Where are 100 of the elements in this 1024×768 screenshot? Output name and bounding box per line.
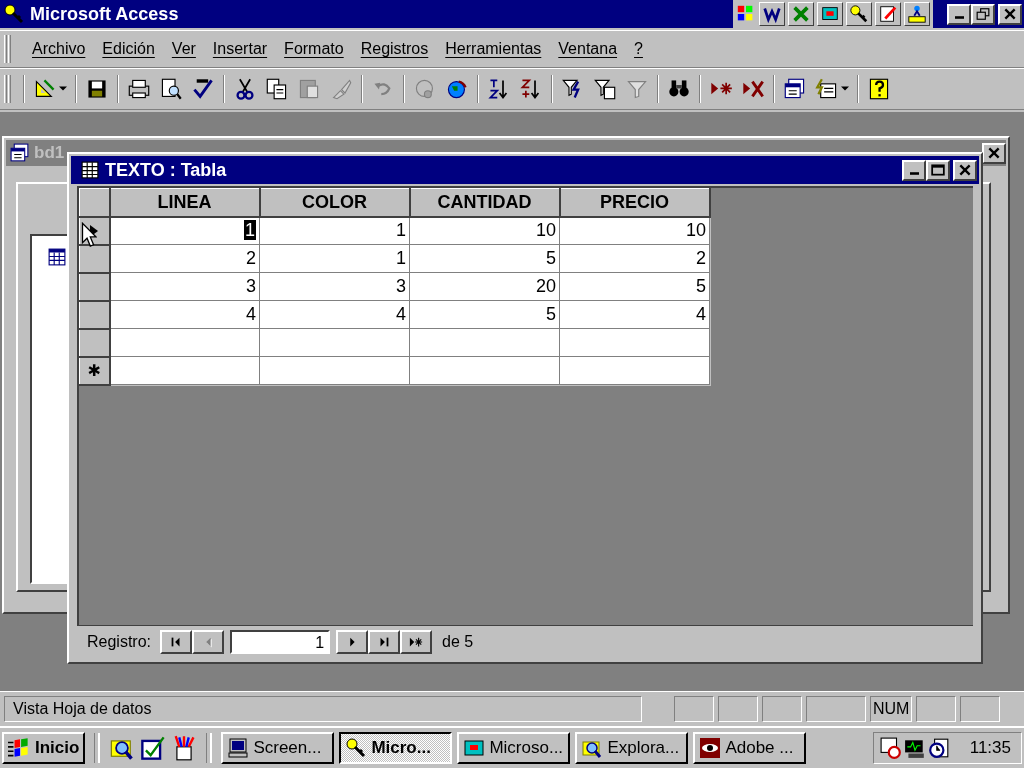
menu-item[interactable]: Insertar	[212, 40, 268, 58]
table-cell: 1	[259, 216, 410, 245]
prev-record-button[interactable]	[192, 630, 225, 654]
print-preview-icon[interactable]	[159, 77, 183, 101]
status-indicator	[960, 696, 1000, 722]
row-selector[interactable]	[79, 244, 110, 273]
close-icon	[987, 147, 1001, 159]
save-icon[interactable]	[85, 77, 109, 101]
column-header[interactable]: COLOR	[259, 188, 410, 217]
caret-icon[interactable]	[841, 86, 849, 92]
close-button[interactable]	[982, 142, 1006, 164]
table-cell: 5	[409, 300, 560, 329]
new-record-button[interactable]	[400, 630, 433, 654]
start-button[interactable]: Inicio	[2, 732, 86, 764]
status-indicator	[674, 696, 714, 722]
row-selector[interactable]	[79, 272, 110, 301]
minimize-icon	[909, 172, 919, 175]
scheduler-icon[interactable]	[879, 737, 902, 759]
record-count: de 5	[442, 633, 474, 651]
monitor-icon[interactable]	[903, 737, 926, 759]
new-object-icon[interactable]	[815, 77, 839, 101]
table-cell: 5	[559, 272, 710, 301]
minimize-button[interactable]	[947, 3, 971, 25]
menu-item[interactable]: Herramientas	[445, 40, 542, 58]
filter-form-icon[interactable]	[593, 77, 617, 101]
toolbar-grip[interactable]	[206, 733, 213, 763]
figure-icon[interactable]	[904, 2, 930, 26]
select-all-button[interactable]	[79, 188, 110, 217]
excel-icon[interactable]	[788, 2, 814, 26]
menu-item[interactable]: Registros	[360, 40, 429, 58]
table-icon[interactable]	[48, 248, 66, 266]
table-cell: 3	[109, 272, 260, 301]
caret-icon[interactable]	[59, 86, 67, 92]
maximize-button[interactable]	[926, 159, 950, 181]
table-cell: 10	[559, 216, 710, 245]
row-selector[interactable]	[79, 328, 110, 357]
close-button[interactable]	[998, 3, 1022, 25]
toolbar-grip[interactable]	[94, 733, 101, 763]
table-cell: 4	[559, 300, 710, 329]
presentation-icon	[463, 737, 486, 759]
table-icon	[81, 161, 99, 179]
minimize-button[interactable]	[902, 159, 926, 181]
database-window-icon[interactable]	[783, 77, 807, 101]
row-selector[interactable]	[79, 300, 110, 329]
toolbar-grip[interactable]	[4, 35, 12, 63]
taskbar-button[interactable]: Explora...	[575, 732, 689, 764]
presentation-icon[interactable]	[817, 2, 843, 26]
table-cell: 20	[409, 272, 560, 301]
menu-item[interactable]: Ver	[171, 40, 196, 58]
record-label: Registro:	[87, 633, 152, 651]
spelling-check-icon[interactable]	[191, 77, 215, 101]
window-title: Microsoft Access	[30, 3, 179, 25]
status-indicator	[718, 696, 758, 722]
restore-button[interactable]	[971, 3, 995, 25]
new-record-marker: ✱	[86, 361, 102, 380]
taskbar-button[interactable]: Microso...	[457, 732, 571, 764]
table-cell: 10	[409, 216, 560, 245]
pencil-check-icon[interactable]	[140, 735, 167, 761]
row-selector[interactable]: ✱	[79, 356, 110, 385]
keys-icon[interactable]	[846, 2, 872, 26]
close-button[interactable]	[953, 159, 977, 181]
table-cell: 5	[409, 244, 560, 273]
menu-item[interactable]: ?	[634, 40, 643, 58]
toolbar-grip[interactable]	[4, 75, 12, 103]
table-cell: 4	[259, 300, 410, 329]
clipboard-icon[interactable]	[297, 77, 321, 101]
print-icon[interactable]	[127, 77, 151, 101]
close-icon	[1003, 8, 1017, 20]
taskbar-button[interactable]: Adobe ...	[693, 732, 807, 764]
menu-item[interactable]: Formato	[284, 40, 344, 58]
menu-item[interactable]: Edición	[102, 40, 155, 58]
table-cell: 4	[109, 300, 260, 329]
scissors-icon[interactable]	[233, 77, 257, 101]
status-indicator	[916, 696, 956, 722]
database-window-icon	[8, 142, 32, 164]
eye-icon	[699, 737, 722, 759]
window-title: TEXTO : Tabla	[105, 159, 227, 181]
computer-icon	[227, 737, 250, 759]
menu-item[interactable]: Archivo	[32, 40, 86, 58]
mouse-pointer-icon	[81, 222, 97, 248]
column-header[interactable]: CANTIDAD	[409, 188, 560, 217]
next-record-button[interactable]	[336, 630, 369, 654]
help-icon[interactable]	[867, 77, 891, 101]
first-record-button[interactable]	[160, 630, 193, 654]
column-header[interactable]: LINEA	[109, 188, 260, 217]
notepad-pen-icon[interactable]	[875, 2, 901, 26]
taskbar-button[interactable]: Screen...	[221, 732, 335, 764]
clock-icon[interactable]	[927, 737, 950, 759]
record-number-field[interactable]: 1	[230, 630, 331, 654]
table-cell: 2	[559, 244, 710, 273]
keys-icon	[2, 3, 26, 25]
word-icon[interactable]	[759, 2, 785, 26]
status-indicator	[762, 696, 802, 722]
copy-icon[interactable]	[265, 77, 289, 101]
table-cell: 1	[109, 216, 260, 245]
column-header[interactable]: PRECIO	[559, 188, 710, 217]
taskbar-button[interactable]: Micro...	[339, 732, 453, 764]
last-record-button[interactable]	[368, 630, 401, 654]
maximize-icon	[931, 164, 945, 176]
menu-item[interactable]: Ventana	[558, 40, 618, 58]
